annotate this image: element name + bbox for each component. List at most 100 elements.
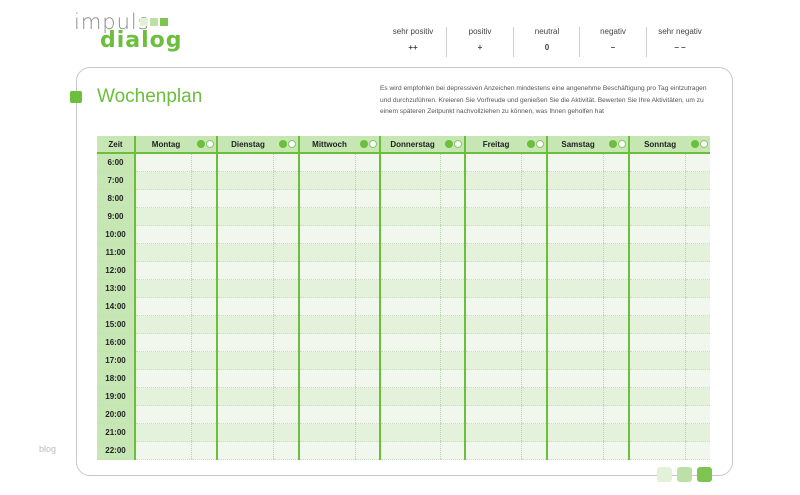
rating-cell[interactable] <box>439 351 466 370</box>
activity-cell[interactable] <box>628 171 686 190</box>
rating-cell[interactable] <box>520 297 548 316</box>
rating-cell[interactable] <box>190 423 217 442</box>
activity-cell[interactable] <box>298 243 356 262</box>
rating-cell[interactable] <box>354 315 381 334</box>
rating-cell[interactable] <box>520 369 548 388</box>
rating-cell[interactable] <box>520 315 548 334</box>
activity-cell[interactable] <box>546 297 604 316</box>
rating-cell[interactable] <box>272 369 300 388</box>
rating-cell[interactable] <box>439 297 466 316</box>
rating-cell[interactable] <box>272 225 300 244</box>
rating-cell[interactable] <box>602 441 630 460</box>
rating-cell[interactable] <box>272 405 300 424</box>
rating-cell[interactable] <box>684 387 711 406</box>
rating-cell[interactable] <box>602 153 630 172</box>
rating-cell[interactable] <box>272 207 300 226</box>
activity-cell[interactable] <box>134 387 191 406</box>
rating-cell[interactable] <box>602 171 630 190</box>
activity-cell[interactable] <box>628 189 686 208</box>
activity-cell[interactable] <box>628 369 686 388</box>
rating-cell[interactable] <box>684 441 711 460</box>
rating-cell[interactable] <box>354 225 381 244</box>
rating-cell[interactable] <box>684 315 711 334</box>
activity-cell[interactable] <box>379 351 441 370</box>
rating-cell[interactable] <box>190 351 217 370</box>
rating-cell[interactable] <box>602 243 630 262</box>
activity-cell[interactable] <box>628 225 686 244</box>
rating-cell[interactable] <box>354 297 381 316</box>
activity-cell[interactable] <box>546 387 604 406</box>
activity-cell[interactable] <box>134 279 191 298</box>
rating-cell[interactable] <box>684 405 711 424</box>
activity-cell[interactable] <box>628 315 686 334</box>
rating-cell[interactable] <box>602 225 630 244</box>
rating-cell[interactable] <box>190 279 217 298</box>
activity-cell[interactable] <box>628 153 686 172</box>
rating-cell[interactable] <box>684 333 711 352</box>
rating-cell[interactable] <box>190 207 217 226</box>
rating-cell[interactable] <box>354 207 381 226</box>
activity-cell[interactable] <box>216 297 273 316</box>
activity-cell[interactable] <box>628 297 686 316</box>
activity-cell[interactable] <box>216 171 273 190</box>
activity-cell[interactable] <box>628 333 686 352</box>
activity-cell[interactable] <box>298 387 356 406</box>
rating-cell[interactable] <box>520 171 548 190</box>
rating-cell[interactable] <box>439 153 466 172</box>
rating-cell[interactable] <box>520 261 548 280</box>
rating-cell[interactable] <box>602 333 630 352</box>
activity-cell[interactable] <box>379 387 441 406</box>
rating-cell[interactable] <box>190 261 217 280</box>
rating-cell[interactable] <box>439 225 466 244</box>
rating-cell[interactable] <box>354 261 381 280</box>
activity-cell[interactable] <box>298 423 356 442</box>
rating-cell[interactable] <box>439 441 466 460</box>
activity-cell[interactable] <box>628 351 686 370</box>
activity-cell[interactable] <box>546 261 604 280</box>
rating-cell[interactable] <box>272 333 300 352</box>
rating-cell[interactable] <box>684 189 711 208</box>
activity-cell[interactable] <box>134 189 191 208</box>
activity-cell[interactable] <box>134 351 191 370</box>
activity-cell[interactable] <box>216 387 273 406</box>
rating-cell[interactable] <box>272 171 300 190</box>
rating-cell[interactable] <box>190 225 217 244</box>
rating-cell[interactable] <box>684 423 711 442</box>
rating-cell[interactable] <box>354 351 381 370</box>
activity-cell[interactable] <box>464 315 522 334</box>
activity-cell[interactable] <box>379 315 441 334</box>
activity-cell[interactable] <box>464 405 522 424</box>
activity-cell[interactable] <box>464 189 522 208</box>
activity-cell[interactable] <box>546 423 604 442</box>
activity-cell[interactable] <box>546 243 604 262</box>
activity-cell[interactable] <box>298 207 356 226</box>
rating-cell[interactable] <box>439 369 466 388</box>
activity-cell[interactable] <box>464 441 522 460</box>
rating-cell[interactable] <box>272 279 300 298</box>
rating-cell[interactable] <box>520 441 548 460</box>
rating-cell[interactable] <box>602 279 630 298</box>
rating-cell[interactable] <box>602 405 630 424</box>
activity-cell[interactable] <box>379 225 441 244</box>
activity-cell[interactable] <box>134 315 191 334</box>
rating-cell[interactable] <box>190 189 217 208</box>
activity-cell[interactable] <box>216 189 273 208</box>
rating-cell[interactable] <box>190 153 217 172</box>
activity-cell[interactable] <box>379 243 441 262</box>
rating-cell[interactable] <box>439 315 466 334</box>
activity-cell[interactable] <box>464 387 522 406</box>
activity-cell[interactable] <box>379 279 441 298</box>
rating-cell[interactable] <box>354 243 381 262</box>
activity-cell[interactable] <box>134 243 191 262</box>
rating-cell[interactable] <box>439 423 466 442</box>
rating-cell[interactable] <box>354 369 381 388</box>
activity-cell[interactable] <box>628 441 686 460</box>
activity-cell[interactable] <box>134 261 191 280</box>
rating-cell[interactable] <box>520 243 548 262</box>
activity-cell[interactable] <box>298 171 356 190</box>
rating-cell[interactable] <box>602 423 630 442</box>
activity-cell[interactable] <box>464 225 522 244</box>
rating-cell[interactable] <box>520 153 548 172</box>
rating-cell[interactable] <box>684 279 711 298</box>
activity-cell[interactable] <box>464 279 522 298</box>
